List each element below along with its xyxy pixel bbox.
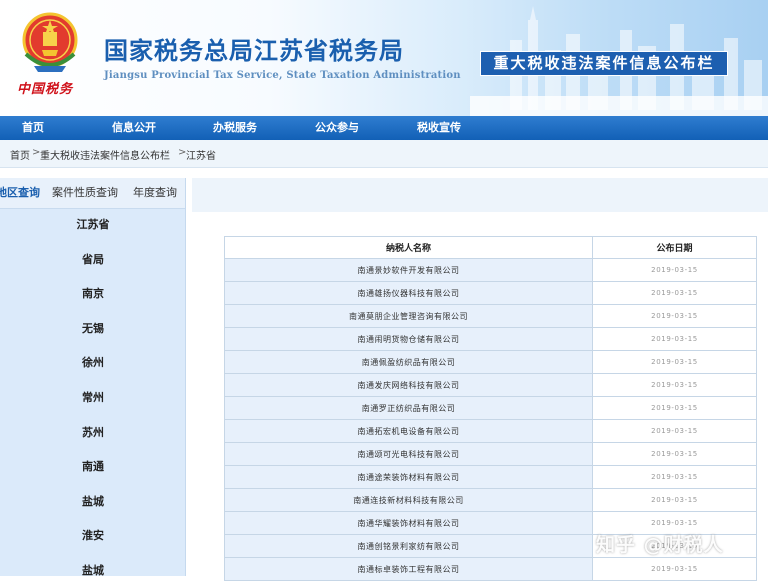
table-row[interactable]: 南通途荣装饰材料有限公司 2019-03-15 [224,465,757,489]
sidebar-region-item[interactable]: 苏州 [0,424,185,440]
table-row[interactable]: 南通雄扬仪器科技有限公司 2019-03-15 [224,281,757,305]
publish-date-cell: 2019-03-15 [592,465,757,489]
sidebar-region-item[interactable]: 省局 [0,251,185,267]
taxpayer-name-cell[interactable]: 南通莫朋企业管理咨询有限公司 [224,304,593,328]
table-row[interactable]: 南通景妙软件开发有限公司 2019-03-15 [224,258,757,282]
taxpayer-name-cell[interactable]: 南通途荣装饰材料有限公司 [224,465,593,489]
publish-date-cell: 2019-03-15 [592,488,757,512]
zhihu-watermark: 知乎 @财税人 [596,534,724,556]
breadcrumb-home[interactable]: 首页 [10,147,30,162]
taxpayer-name-cell[interactable]: 南通佩盈纺织品有限公司 [224,350,593,374]
breadcrumb-case-board[interactable]: 重大税收违法案件信息公布栏 [40,147,170,162]
breadcrumb: 首页 > 重大税收违法案件信息公布栏 > 江苏省 [0,140,768,168]
site-title: 国家税务总局江苏省税务局 [104,37,404,65]
main-content: 纳税人名称 公布日期 南通景妙软件开发有限公司 2019-03-15 南通雄扬仪器科… [192,178,768,581]
query-tabs: 地区查询 案件性质查询 年度查询 [0,178,185,209]
sidebar-region-item[interactable]: 无锡 [0,320,185,336]
table-row[interactable]: 南通发庆网络科技有限公司 2019-03-15 [224,373,757,397]
sidebar-region-item[interactable]: 南通 [0,458,185,474]
site-subtitle: Jiangsu Provincial Tax Service, State Ta… [104,70,461,81]
nav-item-service[interactable]: 办税服务 [213,116,257,140]
publish-date-cell: 2019-03-15 [592,281,757,305]
table-row[interactable]: 南通罗正纺织品有限公司 2019-03-15 [224,396,757,420]
taxpayer-name-cell[interactable]: 南通闹明货物仓储有限公司 [224,327,593,351]
taxpayer-name-cell[interactable]: 南通罗正纺织品有限公司 [224,396,593,420]
publish-date-cell: 2019-03-15 [592,373,757,397]
taxpayer-name-cell[interactable]: 南通雄扬仪器科技有限公司 [224,281,593,305]
table-row[interactable]: 南通颂可光电科技有限公司 2019-03-15 [224,442,757,466]
publish-date-cell: 2019-03-15 [592,396,757,420]
site-header: 中国税务 国家税务总局江苏省税务局 Jiangsu Provincial Tax… [0,0,768,116]
tab-year-query[interactable]: 年度查询 [133,178,177,208]
nav-item-info[interactable]: 信息公开 [112,116,156,140]
emblem-script-text: 中国税务 [17,82,74,97]
publish-date-cell: 2019-03-15 [592,350,757,374]
tab-case-type-query[interactable]: 案件性质查询 [52,178,118,208]
publish-date-cell: 2019-03-15 [592,442,757,466]
table-row[interactable]: 南通连技新材料科技有限公司 2019-03-15 [224,488,757,512]
sidebar-region-item[interactable]: 盐城 [0,562,185,576]
tax-case-banner[interactable]: 重大税收违法案件信息公布栏 [480,51,728,76]
sidebar-region-item[interactable]: 淮安 [0,527,185,543]
sidebar-region-item[interactable]: 常州 [0,389,185,405]
publish-date-cell: 2019-03-15 [592,327,757,351]
taxpayer-name-cell[interactable]: 南通拓宏机电设备有限公司 [224,419,593,443]
taxpayer-name-cell[interactable]: 南通景妙软件开发有限公司 [224,258,593,282]
sidebar-region-item[interactable]: 盐城 [0,493,185,509]
table-header-row: 纳税人名称 公布日期 [224,236,757,259]
nav-item-public[interactable]: 公众参与 [315,116,359,140]
content-header-band [192,178,768,212]
taxpayer-name-cell[interactable]: 南通颂可光电科技有限公司 [224,442,593,466]
taxpayer-name-cell[interactable]: 南通发庆网络科技有限公司 [224,373,593,397]
national-tax-emblem-icon [22,12,78,72]
sidebar: 地区查询 案件性质查询 年度查询 江苏省 省局 南京 无锡 徐州 常州 苏州 南通 盐城 淮安 盐城 [0,178,186,576]
publish-date-cell: 2019-03-15 [592,419,757,443]
tab-region-query[interactable]: 地区查询 [0,178,40,208]
sidebar-region-item[interactable]: 江苏省 [0,216,185,232]
sidebar-region-item[interactable]: 南京 [0,285,185,301]
taxpayer-name-cell[interactable]: 南通华耀装饰材料有限公司 [224,511,593,535]
table-row[interactable]: 南通标卓装饰工程有限公司 2019-03-15 [224,557,757,581]
nav-item-home[interactable]: 首页 [22,116,44,140]
publish-date-cell: 2019-03-15 [592,304,757,328]
taxpayer-name-cell[interactable]: 南通连技新材料科技有限公司 [224,488,593,512]
main-nav: 首页 信息公开 办税服务 公众参与 税收宣传 [0,116,768,140]
table-row[interactable]: 南通拓宏机电设备有限公司 2019-03-15 [224,419,757,443]
breadcrumb-province[interactable]: 江苏省 [186,147,216,162]
taxpayer-name-cell[interactable]: 南通标卓装饰工程有限公司 [224,557,593,581]
publish-date-cell: 2019-03-15 [592,557,757,581]
nav-item-promo[interactable]: 税收宣传 [417,116,461,140]
column-header-date: 公布日期 [592,236,757,259]
taxpayer-name-cell[interactable]: 南通创铭景利家纺有限公司 [224,534,593,558]
table-row[interactable]: 南通佩盈纺织品有限公司 2019-03-15 [224,350,757,374]
sidebar-region-item[interactable]: 徐州 [0,354,185,370]
table-row[interactable]: 南通闹明货物仓储有限公司 2019-03-15 [224,327,757,351]
publish-date-cell: 2019-03-15 [592,258,757,282]
table-row[interactable]: 南通莫朋企业管理咨询有限公司 2019-03-15 [224,304,757,328]
column-header-taxpayer: 纳税人名称 [224,236,593,259]
